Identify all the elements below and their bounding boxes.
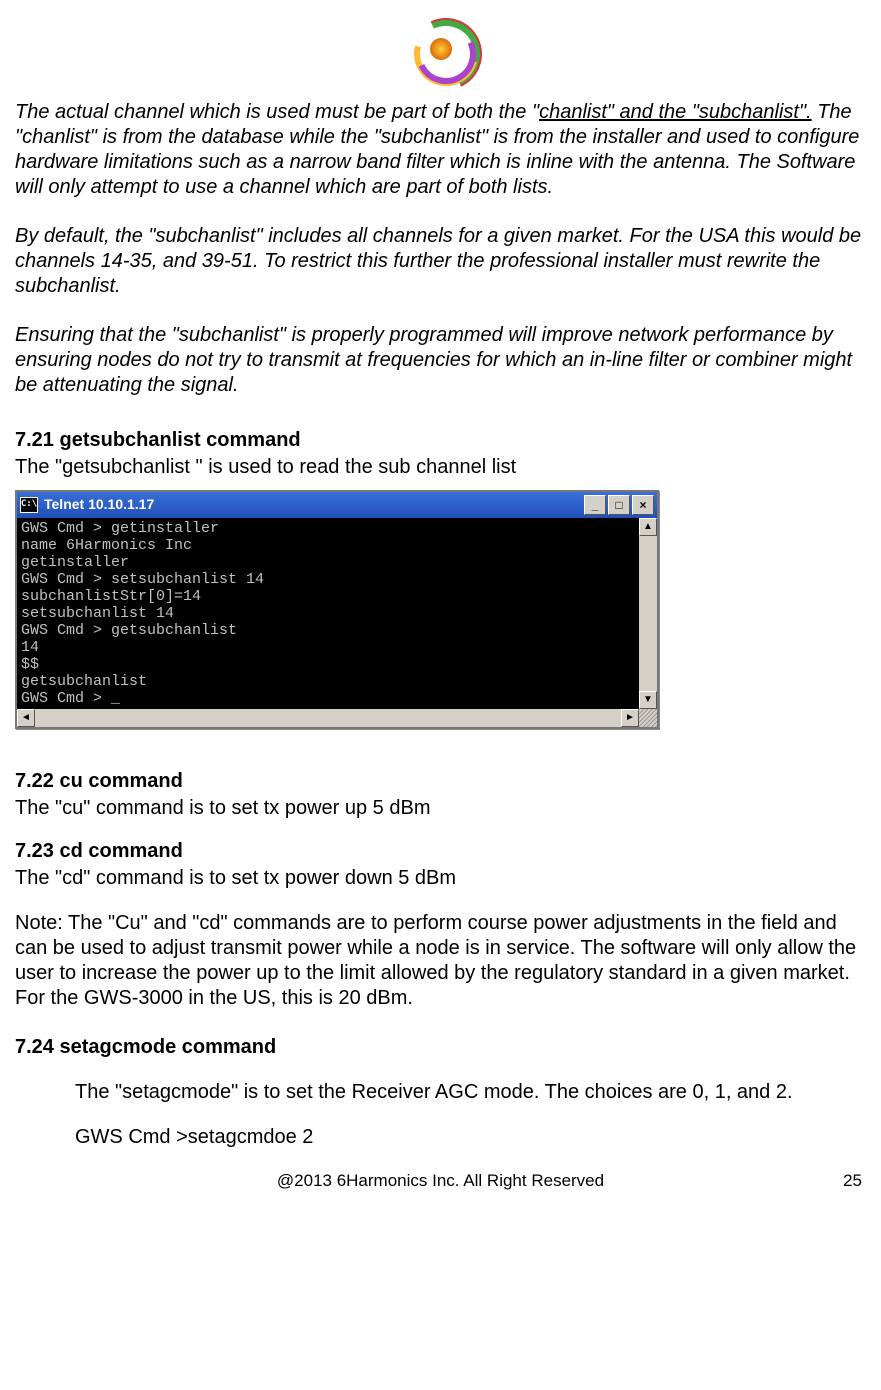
maximize-button[interactable]: □ xyxy=(608,495,630,515)
section-722-heading: 7.22 cu command xyxy=(15,769,866,794)
close-button[interactable]: × xyxy=(632,495,654,515)
scroll-left-icon[interactable]: ◄ xyxy=(17,709,35,727)
terminal-output: GWS Cmd > getinstaller name 6Harmonics I… xyxy=(17,518,639,709)
section-724-body: The "setagcmode" is to set the Receiver … xyxy=(75,1080,862,1105)
page-footer: @2013 6Harmonics Inc. All Right Reserved… xyxy=(15,1170,866,1191)
intro-para-2: By default, the "subchanlist" includes a… xyxy=(15,224,866,299)
section-722-body: The "cu" command is to set tx power up 5… xyxy=(15,796,866,821)
copyright-text: @2013 6Harmonics Inc. All Right Reserved xyxy=(59,1170,822,1191)
horizontal-scrollbar[interactable]: ◄ ► xyxy=(17,709,657,727)
minimize-button[interactable]: _ xyxy=(584,495,606,515)
cmd-icon: C:\ xyxy=(20,497,38,513)
company-logo xyxy=(15,10,866,95)
terminal-window: C:\ Telnet 10.10.1.17 _ □ × GWS Cmd > ge… xyxy=(15,490,659,729)
intro-para-1: The actual channel which is used must be… xyxy=(15,100,866,200)
page-number: 25 xyxy=(822,1170,862,1191)
scroll-down-icon[interactable]: ▼ xyxy=(639,691,657,709)
section-721-heading: 7.21 getsubchanlist command xyxy=(15,428,866,453)
section-724-cmd: GWS Cmd >setagcmdoe 2 xyxy=(75,1125,866,1150)
section-724-heading: 7.24 setagcmode command xyxy=(15,1035,866,1060)
scroll-up-icon[interactable]: ▲ xyxy=(639,518,657,536)
section-721-body: The "getsubchanlist " is used to read th… xyxy=(15,455,866,480)
section-723-body: The "cd" command is to set tx power down… xyxy=(15,866,866,891)
terminal-titlebar: C:\ Telnet 10.10.1.17 _ □ × xyxy=(17,492,657,518)
section-723-note: Note: The "Cu" and "cd" commands are to … xyxy=(15,911,866,1011)
intro-para-3: Ensuring that the "subchanlist" is prope… xyxy=(15,323,866,398)
vertical-scrollbar[interactable]: ▲ ▼ xyxy=(639,518,657,709)
section-723-heading: 7.23 cd command xyxy=(15,839,866,864)
scroll-right-icon[interactable]: ► xyxy=(621,709,639,727)
resize-grip[interactable] xyxy=(639,709,657,727)
terminal-title-text: Telnet 10.10.1.17 xyxy=(44,496,154,514)
